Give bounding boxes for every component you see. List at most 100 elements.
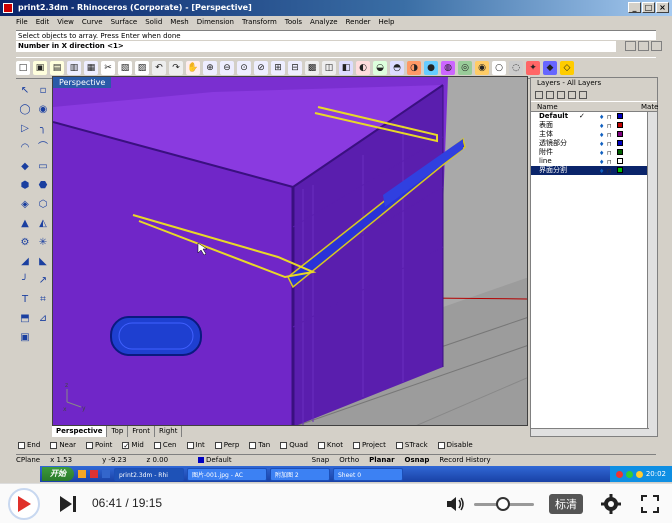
layers-hscrollbar[interactable] bbox=[531, 428, 649, 436]
menu-item-curve[interactable]: Curve bbox=[82, 16, 103, 29]
osnap-mid[interactable]: Mid bbox=[122, 439, 144, 452]
layer-row[interactable]: 透镜部分 ♦ ⊓ bbox=[531, 139, 657, 148]
layers-scrollbar[interactable] bbox=[647, 112, 657, 436]
gear-icon[interactable] bbox=[600, 493, 622, 515]
quicklaunch-icon[interactable] bbox=[102, 470, 110, 478]
menu-item-tools[interactable]: Tools bbox=[285, 16, 302, 29]
left-tool-icon[interactable]: ◢ bbox=[18, 255, 32, 269]
layer-row[interactable]: line ♦ ⊓ bbox=[531, 157, 657, 166]
checkbox[interactable] bbox=[18, 441, 25, 449]
checkbox[interactable] bbox=[50, 441, 58, 449]
maximize-button[interactable]: □ bbox=[642, 2, 655, 13]
osnap-project[interactable]: Project bbox=[352, 439, 386, 451]
move-up-icon[interactable] bbox=[557, 91, 565, 99]
toolbar-tool-icon[interactable]: ✋ bbox=[186, 61, 200, 75]
layer-row[interactable]: 界面分割 ♦ ⊓ bbox=[531, 166, 657, 175]
left-tool-icon[interactable]: ⬒ bbox=[18, 312, 32, 326]
osnap-knot[interactable]: Knot bbox=[317, 439, 343, 451]
fullscreen-icon[interactable] bbox=[640, 494, 660, 514]
tray-icon[interactable] bbox=[615, 470, 623, 478]
start-button[interactable]: 开始 bbox=[42, 467, 74, 481]
menu-item-transform[interactable]: Transform bbox=[242, 16, 277, 29]
left-tool-icon[interactable]: ⬣ bbox=[36, 179, 50, 193]
left-tool-icon[interactable]: ⊿ bbox=[36, 312, 50, 326]
menu-item-dimension[interactable]: Dimension bbox=[197, 16, 234, 29]
left-tool-icon[interactable]: ╯ bbox=[18, 274, 32, 288]
toolbar-tool-icon[interactable]: ▨ bbox=[135, 61, 149, 75]
osnap-strack[interactable]: STrack bbox=[395, 439, 428, 451]
restore-icon[interactable] bbox=[638, 41, 649, 51]
toolbar-tool-icon[interactable]: ◧ bbox=[339, 61, 353, 75]
viewport-tab-front[interactable]: Front bbox=[128, 426, 155, 437]
toolbar-tool-icon[interactable]: □ bbox=[16, 61, 30, 75]
menu-item-file[interactable]: File bbox=[16, 16, 28, 29]
status-record-history[interactable]: Record History bbox=[439, 455, 490, 464]
filter-icon[interactable] bbox=[579, 91, 587, 99]
left-tool-icon[interactable]: ▫ bbox=[36, 84, 50, 98]
left-tool-icon[interactable]: ⌒ bbox=[36, 141, 50, 155]
toolbar-tool-icon[interactable]: ◓ bbox=[390, 61, 404, 75]
toolbar-tool-icon[interactable]: ◍ bbox=[441, 61, 455, 75]
menu-item-surface[interactable]: Surface bbox=[111, 16, 138, 29]
taskbar-task[interactable]: Sheet 0 bbox=[333, 467, 403, 481]
toolbar-tool-icon[interactable]: ◒ bbox=[373, 61, 387, 75]
toolbar-tool-icon[interactable]: ⊘ bbox=[254, 61, 268, 75]
status-osnap[interactable]: Osnap bbox=[405, 455, 430, 464]
osnap-disable[interactable]: Disable bbox=[437, 439, 473, 451]
status-ortho[interactable]: Ortho bbox=[339, 455, 359, 464]
left-tool-icon[interactable]: ▭ bbox=[36, 160, 50, 174]
close-button[interactable]: × bbox=[656, 2, 669, 13]
toolbar-tool-icon[interactable]: ◑ bbox=[407, 61, 421, 75]
toolbar-tool-icon[interactable]: ● bbox=[424, 61, 438, 75]
layer-row[interactable]: 主体 ♦ ⊓ bbox=[531, 130, 657, 139]
quality-button[interactable]: 标清 bbox=[549, 494, 583, 514]
osnap-point[interactable]: Point bbox=[86, 439, 112, 451]
lightbulb-icon[interactable]: ♦ bbox=[599, 167, 604, 176]
left-tool-icon[interactable]: ▲ bbox=[18, 217, 32, 231]
toolbar-tool-icon[interactable]: ◫ bbox=[322, 61, 336, 75]
menu-item-render[interactable]: Render bbox=[346, 16, 371, 29]
tray-icon[interactable] bbox=[635, 470, 643, 478]
osnap-tan[interactable]: Tan bbox=[249, 439, 270, 451]
osnap-int[interactable]: Int bbox=[186, 439, 205, 451]
toolbar-tool-icon[interactable]: ⊟ bbox=[288, 61, 302, 75]
tray-icon[interactable] bbox=[625, 470, 633, 478]
left-tool-icon[interactable]: ⬡ bbox=[36, 198, 50, 212]
layer-color-swatch[interactable] bbox=[617, 122, 623, 128]
osnap-near[interactable]: Near bbox=[50, 439, 76, 451]
perspective-viewport[interactable]: x y z Perspective bbox=[52, 76, 528, 426]
layer-color-swatch[interactable] bbox=[617, 113, 623, 119]
menu-item-help[interactable]: Help bbox=[379, 16, 395, 29]
layer-row[interactable]: 表面 ♦ ⊓ bbox=[531, 121, 657, 130]
layer-color-swatch[interactable] bbox=[617, 158, 623, 164]
taskbar-task[interactable]: 附加图 2 bbox=[270, 467, 330, 481]
quicklaunch-icon[interactable] bbox=[90, 470, 98, 478]
next-icon[interactable] bbox=[58, 495, 78, 513]
toolbar-tool-icon[interactable]: ✦ bbox=[526, 61, 540, 75]
menu-item-edit[interactable]: Edit bbox=[36, 16, 50, 29]
left-tool-icon[interactable]: ⬢ bbox=[18, 179, 32, 193]
checkbox[interactable] bbox=[437, 441, 445, 449]
left-tool-icon[interactable]: ◠ bbox=[18, 141, 32, 155]
layer-color-swatch[interactable] bbox=[617, 167, 623, 173]
left-tool-icon[interactable]: ↗ bbox=[36, 274, 50, 288]
toolbar-tool-icon[interactable]: ▥ bbox=[67, 61, 81, 75]
close-icon[interactable] bbox=[651, 41, 662, 51]
left-tool-icon[interactable]: ↖ bbox=[18, 84, 32, 98]
osnap-quad[interactable]: Quad bbox=[280, 439, 308, 451]
menu-item-solid[interactable]: Solid bbox=[145, 16, 162, 29]
status-snap[interactable]: Snap bbox=[312, 455, 330, 464]
checkbox[interactable] bbox=[214, 441, 222, 449]
viewport-tab-perspective[interactable]: Perspective bbox=[52, 426, 108, 437]
osnap-cen[interactable]: Cen bbox=[153, 439, 177, 451]
move-down-icon[interactable] bbox=[568, 91, 576, 99]
viewport-title[interactable]: Perspective bbox=[53, 77, 112, 88]
checkbox[interactable] bbox=[395, 441, 403, 449]
toolbar-tool-icon[interactable]: ◉ bbox=[475, 61, 489, 75]
toolbar-tool-icon[interactable]: ◎ bbox=[458, 61, 472, 75]
lock-icon[interactable]: ⊓ bbox=[607, 167, 612, 176]
left-tool-icon[interactable]: ◉ bbox=[36, 103, 50, 117]
left-tool-icon[interactable]: T bbox=[18, 293, 32, 307]
volume-knob[interactable] bbox=[496, 497, 510, 511]
toolbar-tool-icon[interactable]: ↷ bbox=[169, 61, 183, 75]
